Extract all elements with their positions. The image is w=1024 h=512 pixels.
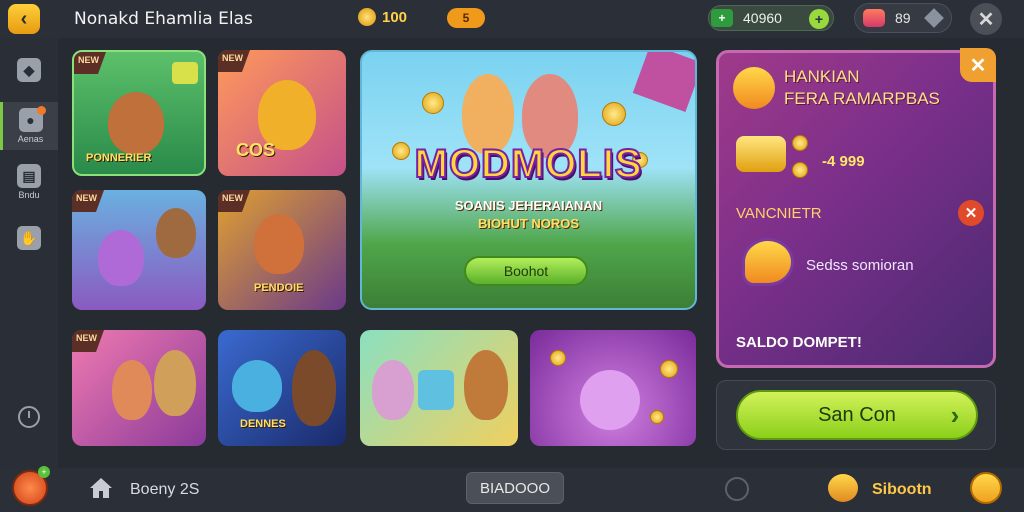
close-icon[interactable]: ✕: [970, 3, 1002, 35]
sidebar-item-hand[interactable]: ✋: [0, 226, 58, 250]
fox-character: [108, 92, 164, 154]
tag-label: NEW: [222, 193, 243, 203]
tag-label: NEW: [222, 53, 243, 63]
coin-value: 100: [382, 8, 408, 26]
cat-character: [98, 230, 144, 286]
remove-icon[interactable]: ✕: [958, 200, 984, 226]
game-tile[interactable]: [360, 330, 518, 446]
chat-bubble-icon: [742, 238, 794, 286]
bird-icon[interactable]: [828, 474, 858, 502]
energy-value: 89: [895, 10, 911, 26]
chevron-right-icon: ›: [950, 399, 960, 430]
gem-badge[interactable]: 5: [447, 8, 485, 28]
game-tile[interactable]: NEW: [72, 190, 206, 310]
app-title: Nonakd Ehamlia Elas: [74, 9, 253, 29]
hero-subtitle-2: BIOHUT NOROS: [477, 216, 580, 231]
coin-counter: 100: [358, 8, 407, 26]
energy-pill[interactable]: 89: [854, 3, 952, 33]
close-icon[interactable]: ✕: [960, 48, 996, 82]
sidebar-item-aenas[interactable]: ● Aenas: [0, 102, 58, 150]
coin-icon: [422, 92, 444, 114]
offer-footer: SALDO DOMPET!: [736, 334, 862, 351]
home-label: Boeny 2S: [130, 481, 200, 498]
offer-title: HANKIAN FERA RAMARPBAS: [784, 66, 940, 110]
back-arrow-icon[interactable]: ‹: [8, 4, 40, 34]
girl-character: [112, 360, 152, 420]
middle-button[interactable]: BIADOOO: [466, 472, 564, 504]
dog-character: [464, 350, 508, 420]
diamond-icon: [924, 8, 944, 28]
tile-label: PONNERIER: [86, 152, 152, 164]
sidebar: ◆ ● Aenas ▤ Bndu ✋: [0, 38, 58, 468]
offer-section-title: VANCNIETR: [736, 205, 822, 222]
tile-label: PENDOIE: [254, 282, 304, 294]
coin-icon: [792, 135, 808, 151]
hero-subtitle: SOANIS JEHERAIANAN: [454, 198, 603, 213]
top-bar: ‹ Nonakd Ehamlia Elas 100 5 + 40960 + 89…: [0, 0, 1024, 38]
plus-icon[interactable]: +: [809, 9, 829, 29]
hero-title: MODMOLIS: [414, 141, 643, 187]
shark-character: [232, 360, 282, 412]
bucket-icon: [418, 370, 454, 410]
coin-icon: [602, 102, 626, 126]
clock-icon[interactable]: [18, 406, 40, 428]
face-icon[interactable]: [970, 472, 1002, 504]
offer-title-line: FERA RAMARPBAS: [784, 89, 940, 108]
box-icon: [172, 62, 198, 84]
energy-icon: [863, 9, 885, 27]
sidebar-item-label: Bndu: [18, 190, 40, 200]
radio-icon[interactable]: [725, 477, 749, 501]
stats-icon: ▤: [17, 164, 41, 188]
bottom-right-label[interactable]: Sibootn: [872, 481, 932, 499]
tag-label: NEW: [76, 333, 97, 343]
tag-label: NEW: [78, 55, 99, 65]
coin-icon: [660, 360, 678, 378]
game-tile[interactable]: NEW COS: [218, 50, 346, 176]
sidebar-item-label: Aenas: [17, 134, 44, 144]
offer-title-line: HANKIAN: [784, 67, 860, 86]
game-tile[interactable]: NEW PENDOIE: [218, 190, 346, 310]
game-tile[interactable]: [530, 330, 696, 446]
hand-icon: ✋: [17, 226, 41, 250]
swirl-icon: [580, 370, 640, 430]
offer-description: Sedss somioran: [806, 257, 914, 274]
boy-character: [154, 350, 196, 416]
balance-pill[interactable]: + 40960 +: [708, 5, 834, 31]
notification-dot: [37, 106, 46, 115]
cat-head-icon: ◆: [17, 58, 41, 82]
fish-icon: [733, 67, 775, 109]
badge-plus: +: [38, 466, 50, 478]
app-root: ‹ Nonakd Ehamlia Elas 100 5 + 40960 + 89…: [0, 0, 1024, 512]
coin-icon: [358, 8, 376, 26]
sidebar-item-home[interactable]: ◆: [0, 58, 58, 82]
pig-character: [372, 360, 414, 420]
coin-icon: [550, 350, 566, 366]
balance-value: 40960: [743, 10, 782, 26]
kid-character: [292, 350, 336, 426]
dog-character: [156, 208, 196, 258]
game-tile[interactable]: DENNES: [218, 330, 346, 446]
tile-label: DENNES: [240, 418, 286, 430]
trumpet-icon: [736, 136, 786, 172]
hero-button[interactable]: Boohot: [464, 256, 588, 286]
sidebar-item-bndu[interactable]: ▤ Bndu: [0, 164, 58, 200]
cash-icon: +: [711, 9, 733, 27]
game-tile[interactable]: NEW PONNERIER: [72, 50, 206, 176]
tag-label: NEW: [76, 193, 97, 203]
tile-label: COS: [236, 140, 276, 160]
coin-icon: [792, 162, 808, 178]
kid-character: [254, 214, 304, 274]
coin-icon: [650, 410, 664, 424]
home-icon[interactable]: [88, 476, 114, 500]
game-tile[interactable]: NEW: [72, 330, 206, 446]
gift-icon: [632, 52, 695, 113]
offer-amount: -4 999: [822, 153, 865, 170]
